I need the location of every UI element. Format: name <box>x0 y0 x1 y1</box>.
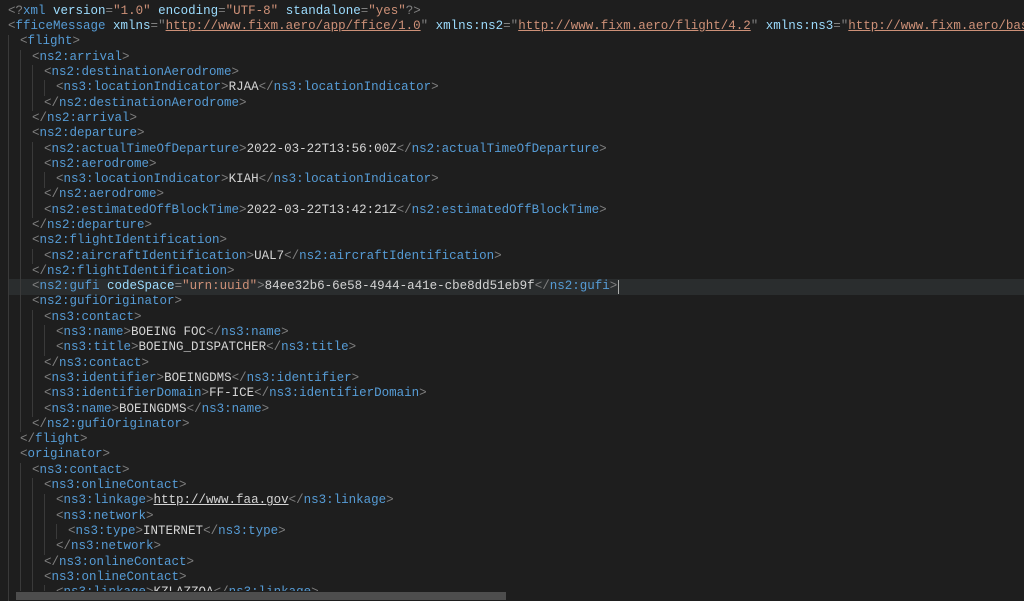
scroll-thumb[interactable] <box>16 592 506 600</box>
code-line[interactable]: <ns3:type>INTERNET</ns3:type> <box>8 524 1024 539</box>
text-cursor <box>618 280 619 294</box>
code-line[interactable]: </ns2:gufiOriginator> <box>8 417 1024 432</box>
code-line[interactable]: </flight> <box>8 432 1024 447</box>
code-line[interactable]: <ns2:departure> <box>8 126 1024 141</box>
code-line[interactable]: <ns3:locationIndicator>RJAA</ns3:locatio… <box>8 80 1024 95</box>
code-editor[interactable]: <?xml version="1.0" encoding="UTF-8" sta… <box>8 4 1024 601</box>
code-line[interactable]: <flight> <box>8 35 1024 50</box>
code-line[interactable]: <ns2:gufiOriginator> <box>8 295 1024 310</box>
code-line[interactable]: <ns3:onlineContact> <box>8 570 1024 585</box>
code-line[interactable]: <ns3:linkage>http://www.faa.gov</ns3:lin… <box>8 494 1024 509</box>
code-line[interactable]: <fficeMessage xmlns="http://www.fixm.aer… <box>8 19 1024 34</box>
code-line[interactable]: <ns3:identifierDomain>FF-ICE</ns3:identi… <box>8 386 1024 401</box>
cursor-line[interactable]: <ns2:gufi codeSpace="urn:uuid">84ee32b6-… <box>8 279 1024 294</box>
code-line[interactable]: <ns3:contact> <box>8 310 1024 325</box>
code-line[interactable]: <ns3:network> <box>8 509 1024 524</box>
code-line[interactable]: </ns2:departure> <box>8 218 1024 233</box>
code-line[interactable]: <ns2:aircraftIdentification>UAL7</ns2:ai… <box>8 249 1024 264</box>
code-line[interactable]: <ns3:name>BOEING FOC</ns3:name> <box>8 325 1024 340</box>
code-line[interactable]: </ns3:onlineContact> <box>8 555 1024 570</box>
code-line[interactable]: </ns3:contact> <box>8 356 1024 371</box>
code-line[interactable]: </ns2:flightIdentification> <box>8 264 1024 279</box>
code-line[interactable]: <ns3:onlineContact> <box>8 478 1024 493</box>
code-line[interactable]: <ns2:estimatedOffBlockTime>2022-03-22T13… <box>8 203 1024 218</box>
code-line[interactable]: </ns2:destinationAerodrome> <box>8 96 1024 111</box>
code-line[interactable]: <ns3:identifier>BOEINGDMS</ns3:identifie… <box>8 371 1024 386</box>
code-line[interactable]: </ns2:aerodrome> <box>8 188 1024 203</box>
code-line[interactable]: <ns2:flightIdentification> <box>8 233 1024 248</box>
code-line[interactable]: <ns3:contact> <box>8 463 1024 478</box>
code-line[interactable]: <ns2:aerodrome> <box>8 157 1024 172</box>
code-line[interactable]: <ns2:actualTimeOfDeparture>2022-03-22T13… <box>8 142 1024 157</box>
code-line[interactable]: <originator> <box>8 448 1024 463</box>
code-line[interactable]: <ns2:destinationAerodrome> <box>8 65 1024 80</box>
horizontal-scrollbar[interactable] <box>16 591 1024 601</box>
code-line[interactable]: <ns3:title>BOEING_DISPATCHER</ns3:title> <box>8 341 1024 356</box>
code-line[interactable]: </ns2:arrival> <box>8 111 1024 126</box>
code-line[interactable]: <ns2:arrival> <box>8 50 1024 65</box>
code-line[interactable]: </ns3:network> <box>8 539 1024 554</box>
code-line[interactable]: <?xml version="1.0" encoding="UTF-8" sta… <box>8 4 1024 19</box>
code-line[interactable]: <ns3:name>BOEINGDMS</ns3:name> <box>8 402 1024 417</box>
code-line[interactable]: <ns3:locationIndicator>KIAH</ns3:locatio… <box>8 172 1024 187</box>
